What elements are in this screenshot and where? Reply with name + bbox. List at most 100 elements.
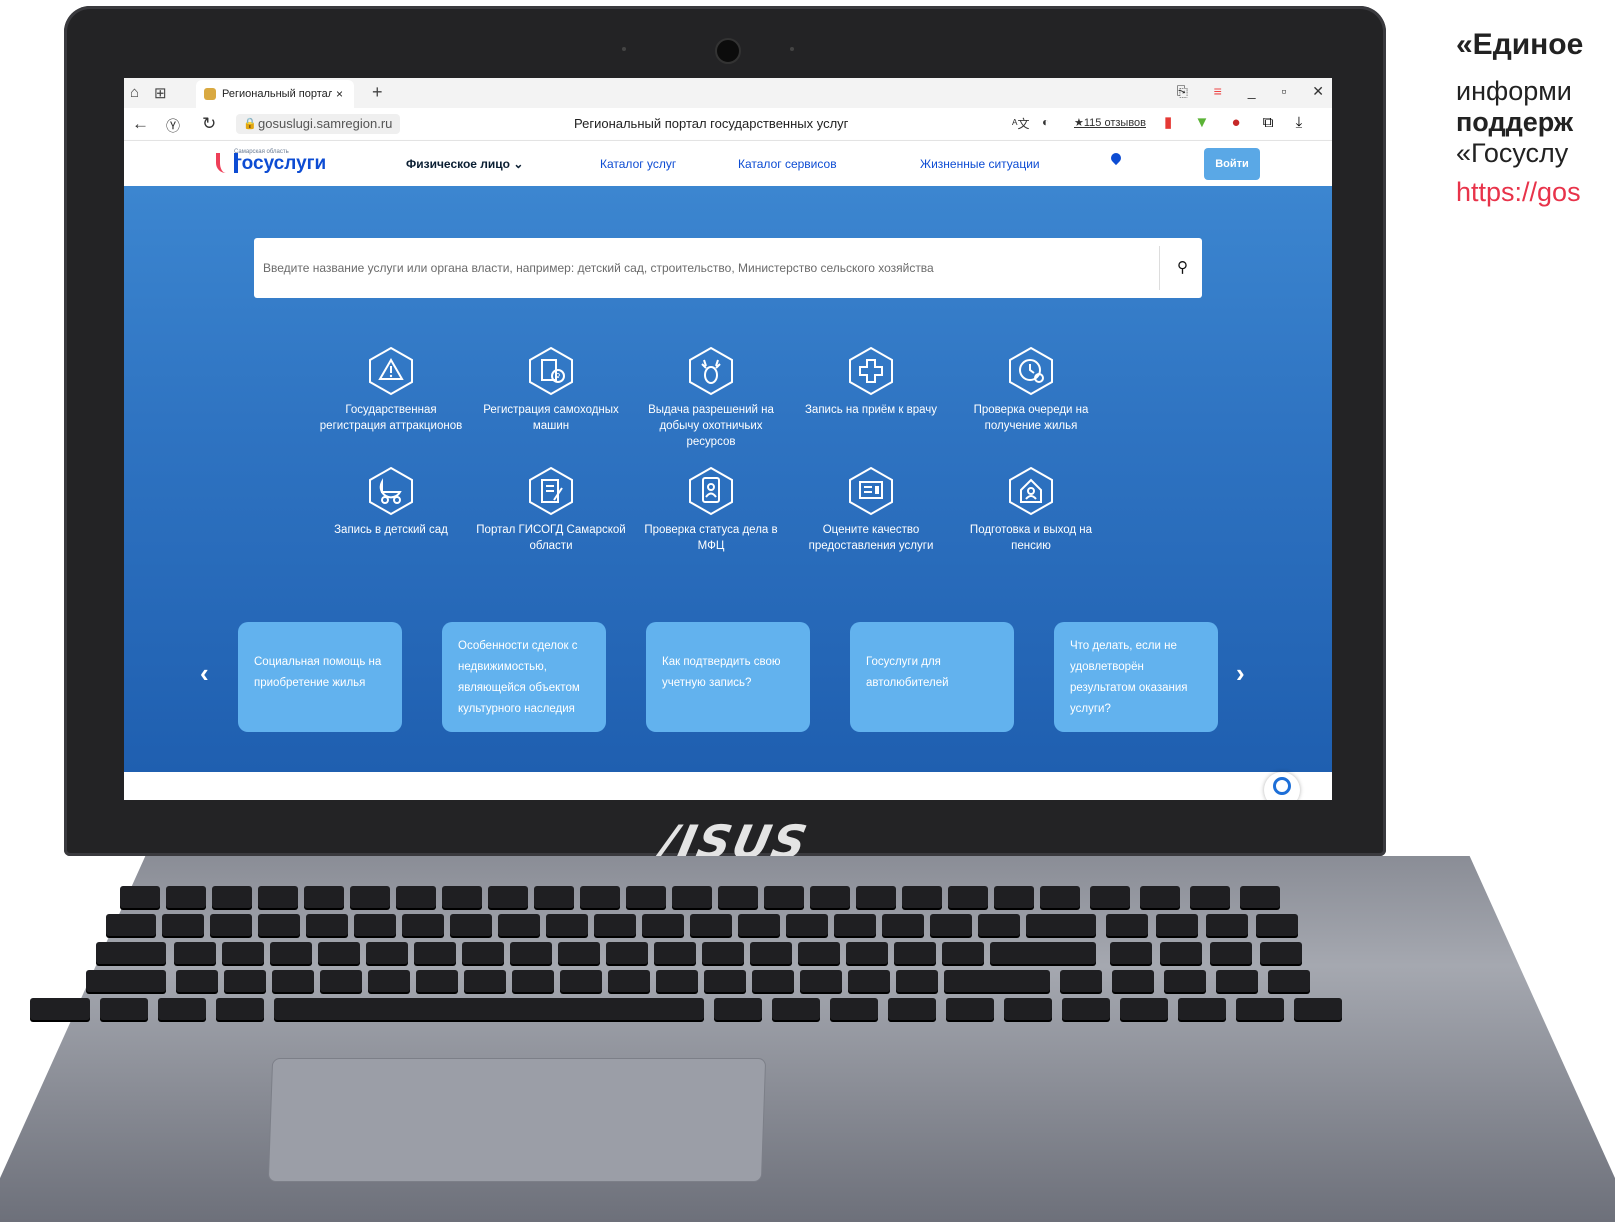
extensions-icon[interactable]: ⧉ — [1263, 114, 1274, 131]
nav-catalog-services[interactable]: Каталог услуг — [600, 157, 676, 171]
key — [1090, 886, 1130, 908]
adblock-icon[interactable]: ● — [1231, 114, 1240, 131]
key — [350, 886, 390, 908]
translate-icon[interactable]: ᴬ文 — [1012, 115, 1029, 132]
reload-icon[interactable]: ↻ — [202, 114, 216, 134]
notifications-icon[interactable]: ≡ — [1214, 83, 1222, 99]
key — [846, 942, 888, 964]
carousel-prev-button[interactable]: ‹ — [200, 658, 209, 689]
protect-icon[interactable]: ◐ — [1042, 115, 1049, 129]
support-chat-button[interactable] — [1264, 772, 1300, 800]
key — [216, 998, 264, 1020]
carousel-next-button[interactable]: › — [1236, 658, 1245, 689]
nav-person-type[interactable]: Физическое лицо ⌄ — [406, 157, 523, 171]
service-label: Запись в детский сад — [334, 524, 448, 536]
download-ext-icon[interactable]: ▼ — [1194, 114, 1209, 131]
banner-card[interactable]: Что делать, если не удовлетворён результ… — [1054, 622, 1218, 732]
rating-form-icon — [849, 466, 893, 516]
service-label: Государственная регистрация аттракционов — [319, 404, 463, 432]
key — [1156, 914, 1198, 936]
key — [1110, 942, 1152, 964]
url-field[interactable]: 🔒 gosuslugi.samregion.ru — [236, 114, 401, 134]
service-item[interactable]: Государственная регистрация аттракционов — [316, 346, 466, 434]
home-icon[interactable]: ⌂ — [130, 84, 139, 101]
key — [354, 914, 396, 936]
key — [1040, 886, 1080, 908]
key — [464, 970, 506, 992]
gosuslugi-logo[interactable]: Самарская область госуслуги — [216, 149, 326, 174]
key — [222, 942, 264, 964]
key — [318, 942, 360, 964]
key — [1260, 942, 1302, 964]
side-link[interactable]: https://gos — [1456, 177, 1615, 208]
key — [106, 914, 156, 936]
key — [158, 998, 206, 1020]
new-tab-button[interactable]: + — [372, 82, 383, 103]
key — [30, 998, 90, 1020]
key — [1004, 998, 1052, 1020]
key — [414, 942, 456, 964]
service-item[interactable]: Оцените качество предоставления услуги — [796, 466, 946, 554]
key — [534, 886, 574, 908]
service-item[interactable]: Выдача разрешений на добычу охотничьих р… — [636, 346, 786, 450]
bookmarks-icon[interactable]: ⎘ — [1177, 83, 1188, 99]
service-item[interactable]: Портал ГИСОГД Самарской области — [476, 466, 626, 554]
banner-card[interactable]: Госуслуги для автолюбителей — [850, 622, 1014, 732]
bookmark-icon[interactable]: ▮ — [1164, 114, 1172, 131]
key — [1206, 914, 1248, 936]
service-item[interactable]: ₽ Регистрация самоходных машин — [476, 346, 626, 434]
key — [656, 970, 698, 992]
key — [1190, 886, 1230, 908]
key — [304, 886, 344, 908]
key — [856, 886, 896, 908]
banner-card[interactable]: Как подтвердить свою учетную запись? — [646, 622, 810, 732]
banner-card[interactable]: Социальная помощь на приобретение жилья — [238, 622, 402, 732]
key — [86, 970, 166, 992]
reviews-link[interactable]: ★115 отзывов — [1074, 116, 1146, 129]
service-item[interactable]: Проверка статуса дела в МФЦ — [636, 466, 786, 554]
nav-catalog-tools[interactable]: Каталог сервисов — [738, 157, 837, 171]
service-item[interactable]: Проверка очереди на получение жилья — [956, 346, 1106, 434]
nav-life-situations[interactable]: Жизненные ситуации — [920, 157, 1040, 171]
service-label: Регистрация самоходных машин — [483, 404, 619, 432]
key — [320, 970, 362, 992]
search-field[interactable]: Введите название услуги или органа власт… — [254, 238, 1202, 298]
key — [212, 886, 252, 908]
key — [800, 970, 842, 992]
service-label: Портал ГИСОГД Самарской области — [476, 524, 626, 552]
key — [848, 970, 890, 992]
tab-title: Региональный портал г — [222, 88, 332, 100]
search-input[interactable]: Введите название услуги или органа власт… — [263, 261, 934, 275]
key — [704, 970, 746, 992]
tabs-panel-icon[interactable]: ⊞ — [154, 84, 167, 102]
downloads-icon[interactable]: ⤓ — [1296, 114, 1303, 131]
close-window-button[interactable]: ✕ — [1312, 83, 1324, 99]
yandex-icon[interactable]: Ⓨ — [166, 116, 180, 136]
service-item[interactable]: Запись в детский сад — [316, 466, 466, 538]
key — [546, 914, 588, 936]
key — [944, 970, 1050, 992]
key — [1026, 914, 1096, 936]
banner-card[interactable]: Особенности сделок с недвижимостью, явля… — [442, 622, 606, 732]
key — [416, 970, 458, 992]
close-tab-icon[interactable]: × — [336, 80, 343, 108]
login-button[interactable]: Войти — [1204, 148, 1260, 180]
browser-tab[interactable]: Региональный портал г × — [196, 80, 354, 108]
key — [1140, 886, 1180, 908]
restore-button[interactable]: ▫ — [1281, 83, 1286, 99]
spacebar — [274, 998, 704, 1020]
edit-document-icon — [529, 466, 573, 516]
medical-cross-icon — [849, 346, 893, 396]
service-item[interactable]: Запись на приём к врачу — [796, 346, 946, 418]
minimize-button[interactable]: _ — [1248, 83, 1256, 99]
service-item[interactable]: Подготовка и выход на пенсию — [956, 466, 1106, 554]
url-text: gosuslugi.samregion.ru — [258, 116, 393, 131]
search-icon[interactable]: ⚲ — [1177, 258, 1188, 276]
key — [830, 998, 878, 1020]
location-pin-icon[interactable] — [1108, 150, 1124, 166]
headset-icon — [1273, 777, 1291, 795]
back-icon[interactable]: ← — [132, 114, 149, 134]
touchpad[interactable] — [267, 1058, 767, 1182]
warning-icon — [369, 346, 413, 396]
key — [948, 886, 988, 908]
